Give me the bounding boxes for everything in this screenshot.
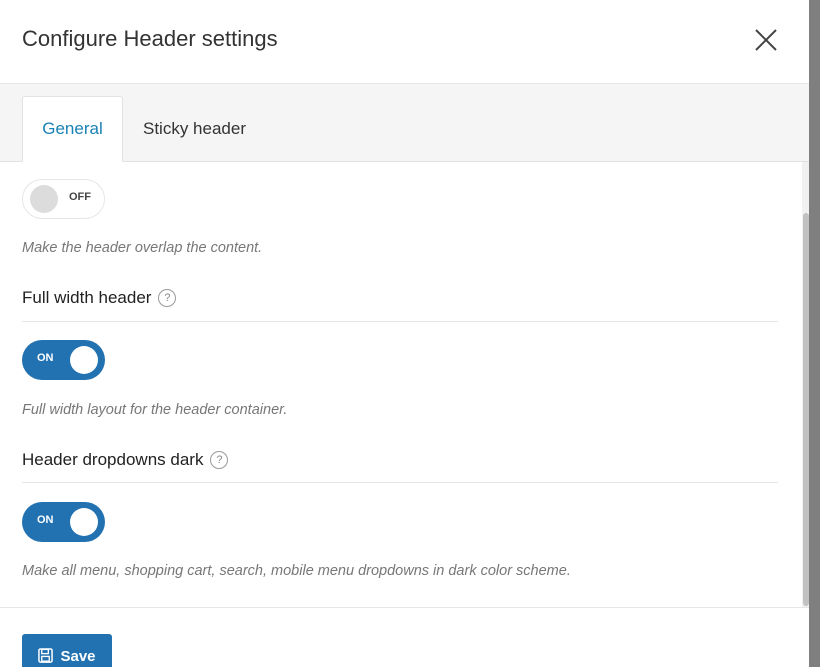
dropdowns-dark-toggle[interactable]: ON [22,502,105,542]
divider [22,482,778,483]
field-label-text: Full width header [22,288,152,307]
tab-general[interactable]: General [22,96,123,162]
modal-title: Configure Header settings [22,26,278,51]
toggle-state-label: ON [37,352,54,364]
overlap-description: Make the header overlap the content. [22,240,263,256]
tab-sticky-header[interactable]: Sticky header [143,96,246,161]
close-button[interactable] [750,24,782,56]
overlap-toggle[interactable]: OFF [22,179,105,219]
settings-modal: Configure Header settings General Sticky… [0,0,809,667]
dropdowns-dark-description: Make all menu, shopping cart, search, mo… [22,563,571,579]
floppy-disk-icon [38,648,54,663]
modal-footer: Save [0,607,809,667]
toggle-knob [70,346,98,374]
full-width-toggle[interactable]: ON [22,340,105,380]
divider [22,321,778,322]
toggle-state-label: OFF [69,191,91,203]
toggle-state-label: ON [37,514,54,526]
save-label: Save [60,648,96,665]
toggle-knob [70,508,98,536]
close-icon [755,29,777,51]
help-icon[interactable]: ? [158,289,177,307]
modal-header: Configure Header settings [0,0,809,84]
full-width-description: Full width layout for the header contain… [22,402,288,418]
dropdowns-dark-label: Header dropdowns dark ? [22,450,229,470]
help-icon[interactable]: ? [210,451,229,469]
full-width-header-label: Full width header ? [22,288,177,308]
settings-content [0,162,809,607]
field-label-text: Header dropdowns dark [22,450,204,469]
tab-bar: General Sticky header [0,84,809,162]
toggle-knob [30,185,58,213]
scrollbar-thumb[interactable] [803,213,809,606]
save-button[interactable]: Save [22,634,112,667]
